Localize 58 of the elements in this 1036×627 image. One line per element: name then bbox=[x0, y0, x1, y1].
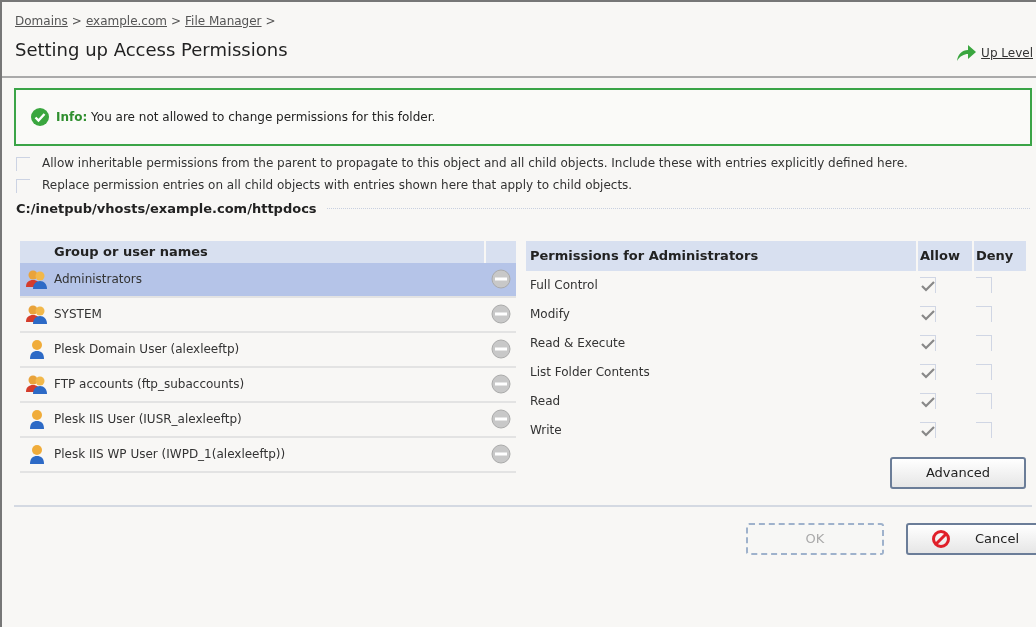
permission-label: Modify bbox=[529, 306, 571, 323]
checkbox-checked[interactable] bbox=[920, 364, 936, 380]
arrow-icon bbox=[955, 43, 978, 63]
checkbox-checked[interactable] bbox=[920, 277, 936, 293]
user-icon bbox=[28, 444, 46, 464]
list-item[interactable]: Plesk Domain User (alexleeftp) bbox=[20, 332, 516, 368]
checkbox[interactable] bbox=[976, 335, 992, 351]
remove-icon[interactable] bbox=[491, 374, 511, 394]
column-header: Allow bbox=[918, 240, 972, 271]
user-icon bbox=[28, 339, 46, 359]
remove-icon[interactable] bbox=[491, 269, 511, 289]
advanced-button[interactable]: Advanced bbox=[890, 456, 1026, 489]
remove-icon[interactable] bbox=[491, 444, 511, 464]
checkbox[interactable] bbox=[976, 422, 992, 438]
list-item[interactable]: Plesk IIS WP User (IWPD_1(alexleeftp)) bbox=[20, 437, 516, 473]
user-group-icon bbox=[26, 304, 48, 324]
column-header: Group or user names bbox=[20, 240, 484, 263]
checkbox[interactable] bbox=[976, 393, 992, 409]
permission-label: Write bbox=[529, 422, 563, 439]
checkbox-checked[interactable] bbox=[920, 306, 936, 322]
remove-icon[interactable] bbox=[491, 339, 511, 359]
folder-path: C:/inetpub/vhosts/example.com/httpdocs bbox=[16, 200, 317, 218]
permission-label: Read bbox=[529, 393, 562, 410]
checkbox[interactable] bbox=[976, 306, 992, 322]
column-header bbox=[486, 240, 516, 263]
breadcrumb-link[interactable]: File Manager bbox=[185, 12, 262, 30]
checkbox[interactable] bbox=[976, 364, 992, 380]
info-text: Info: You are not allowed to change permissions for this folder. bbox=[56, 109, 436, 126]
column-header: Deny bbox=[974, 240, 1026, 271]
breadcrumb-separator: > bbox=[265, 13, 276, 30]
checkbox-checked[interactable] bbox=[920, 335, 936, 351]
remove-icon[interactable] bbox=[491, 409, 511, 429]
list-item[interactable]: Plesk IIS User (IUSR_alexleeftp) bbox=[20, 402, 516, 438]
remove-icon[interactable] bbox=[491, 304, 511, 324]
list-item[interactable]: Administrators bbox=[20, 262, 516, 298]
checkbox-option[interactable]: Replace permission entries on all child objects with entries shown here that apply to child objects. bbox=[16, 176, 1030, 195]
permission-label: List Folder Contents bbox=[529, 364, 651, 381]
user-icon bbox=[28, 409, 46, 429]
up-level-link[interactable]: Up Level bbox=[955, 43, 1033, 63]
user-group-icon bbox=[26, 269, 48, 289]
no-entry-icon bbox=[930, 528, 951, 549]
checkbox-checked[interactable] bbox=[920, 422, 936, 438]
check-icon bbox=[30, 107, 50, 127]
breadcrumb-link[interactable]: example.com bbox=[85, 12, 167, 30]
checkbox-option[interactable]: Allow inheritable permissions from the parent to propagate to this object and all child objects. Include these with entries explicitly defined here. bbox=[16, 154, 1030, 173]
user-group-icon bbox=[26, 374, 48, 394]
permission-label: Read & Execute bbox=[529, 335, 627, 352]
breadcrumb-link[interactable]: Domains bbox=[15, 12, 68, 30]
page-title: Setting up Access Permissions bbox=[15, 38, 288, 62]
cancel-button[interactable]: Cancel bbox=[906, 522, 1036, 555]
permission-label: Full Control bbox=[529, 277, 599, 294]
list-item[interactable]: SYSTEM bbox=[20, 297, 516, 333]
breadcrumb-separator: > bbox=[171, 13, 182, 30]
list-item[interactable]: FTP accounts (ftp_subaccounts) bbox=[20, 367, 516, 403]
checkbox-checked[interactable] bbox=[920, 393, 936, 409]
column-header: Permissions for Administrators bbox=[526, 240, 916, 271]
breadcrumb-separator: > bbox=[71, 13, 82, 30]
checkbox[interactable] bbox=[976, 277, 992, 293]
